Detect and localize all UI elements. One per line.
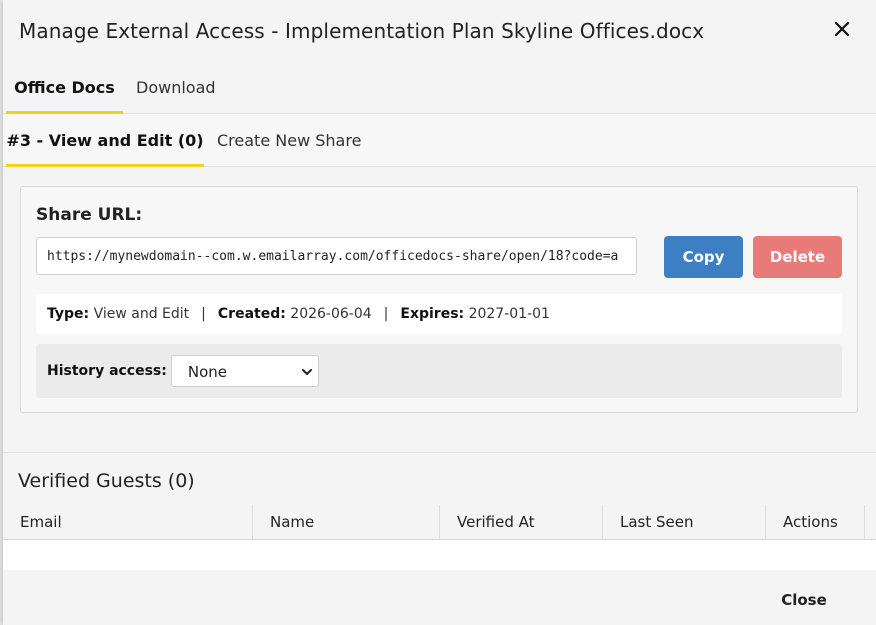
dialog-header: Manage External Access - Implementation …: [3, 0, 876, 62]
share-card: Share URL: Copy Delete Type: View and Ed…: [20, 186, 858, 413]
expires-value: 2027-01-01: [468, 306, 550, 322]
section-divider: [3, 452, 876, 453]
column-header-filler: [864, 505, 876, 539]
subtab-create-new-share-label: Create New Share: [217, 130, 362, 150]
subtab-view-and-edit[interactable]: #3 - View and Edit (0): [6, 114, 204, 167]
chevron-down-icon: [301, 369, 312, 375]
dialog-footer: Close: [3, 570, 876, 625]
share-meta-row: Type: View and Edit | Created: 2026-06-0…: [36, 294, 842, 334]
history-access-row: History access: None: [36, 344, 842, 398]
table-header-row: Email Name Verified At Last Seen Actions: [3, 505, 876, 540]
column-header-email[interactable]: Email: [3, 505, 252, 539]
tab-office-docs-label: Office Docs: [14, 78, 115, 97]
verified-guests-title: Verified Guests (0): [18, 470, 195, 492]
type-label: Type:: [47, 306, 90, 322]
subtab-create-new-share[interactable]: Create New Share: [217, 114, 361, 166]
history-access-selected-value: None: [187, 363, 228, 381]
type-value: View and Edit: [93, 306, 190, 322]
main-tabs: Office Docs Download: [3, 62, 876, 114]
close-button[interactable]: Close: [763, 586, 845, 614]
meta-separator: |: [201, 306, 206, 322]
tab-office-docs[interactable]: Office Docs: [6, 62, 123, 114]
delete-button[interactable]: Delete: [753, 236, 842, 278]
history-access-select[interactable]: None: [170, 355, 319, 387]
copy-button[interactable]: Copy: [664, 236, 743, 278]
close-icon-glyph: [834, 21, 850, 37]
share-url-label: Share URL:: [36, 205, 143, 225]
share-url-input[interactable]: [36, 237, 637, 275]
table-body: [3, 540, 876, 570]
created-label: Created:: [217, 306, 286, 322]
column-header-verified-at[interactable]: Verified At: [439, 505, 602, 539]
tab-download[interactable]: Download: [136, 62, 216, 113]
expires-label: Expires:: [400, 306, 465, 322]
meta-separator: |: [383, 306, 389, 322]
share-subtabs: #3 - View and Edit (0) Create New Share: [3, 114, 876, 167]
column-header-name[interactable]: Name: [252, 505, 439, 539]
tab-download-label: Download: [136, 78, 216, 97]
subtab-view-and-edit-label: #3 - View and Edit (0): [6, 130, 204, 150]
column-header-actions: Actions: [765, 505, 864, 539]
manage-external-access-dialog: Manage External Access - Implementation …: [3, 0, 876, 625]
history-access-label: History access:: [47, 363, 167, 379]
subtab-active-underline: [6, 164, 204, 167]
close-icon[interactable]: [829, 16, 855, 42]
created-value: 2026-06-04: [290, 306, 372, 322]
dialog-title: Manage External Access - Implementation …: [19, 19, 705, 43]
verified-guests-table: Email Name Verified At Last Seen Actions: [3, 505, 876, 570]
column-header-last-seen[interactable]: Last Seen: [602, 505, 765, 539]
